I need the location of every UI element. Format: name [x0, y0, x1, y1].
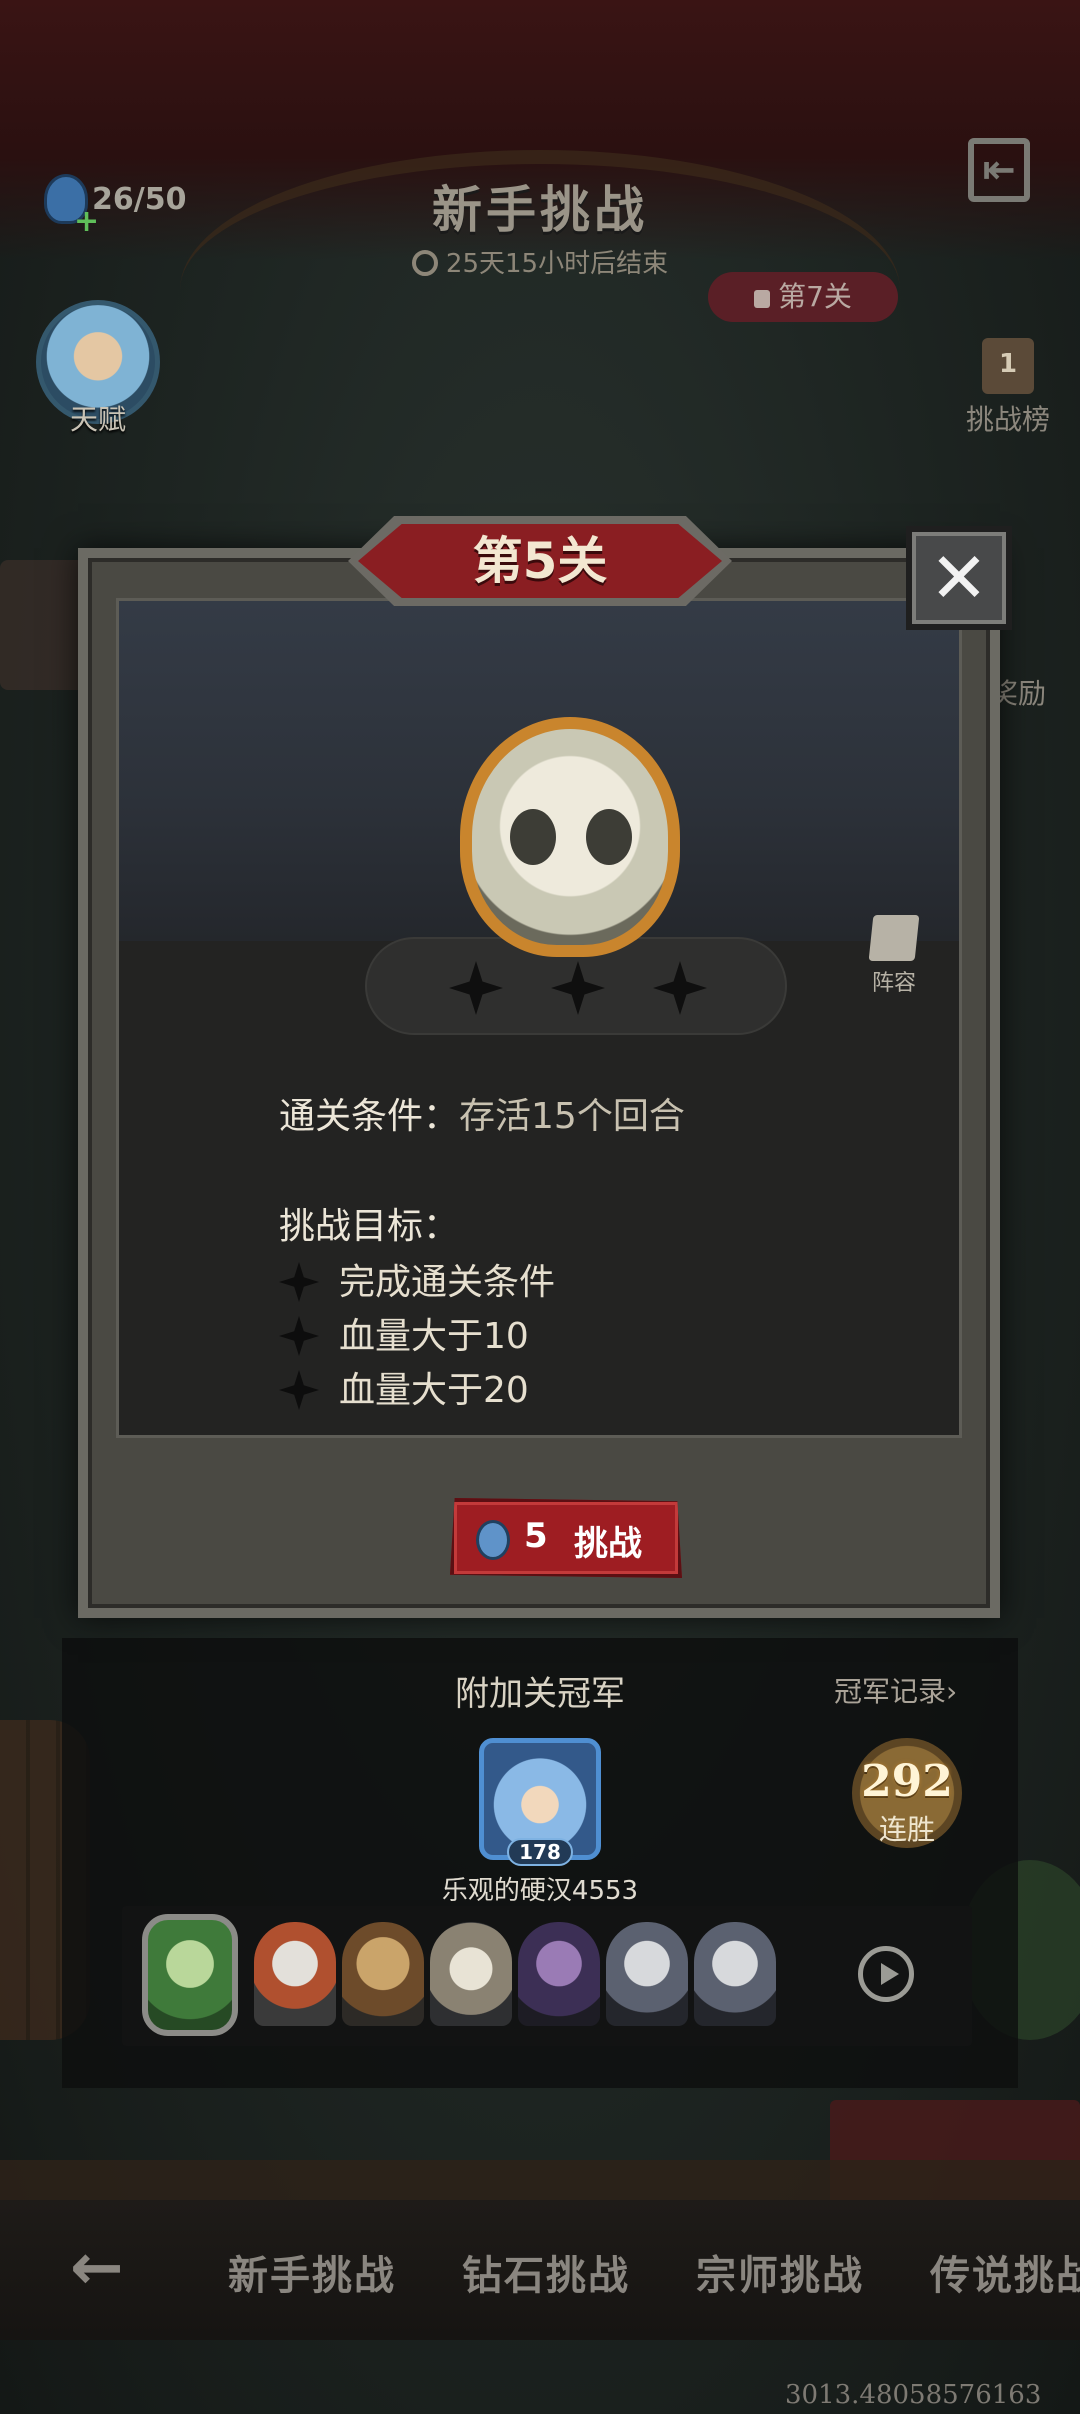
- boss-portrait: [460, 717, 680, 957]
- current-stage-text: 第7关: [778, 280, 852, 313]
- close-button[interactable]: ✕: [906, 526, 1012, 630]
- champion-name: 乐观的硬汉4553: [441, 1876, 639, 1906]
- goal-star-icon: [279, 1370, 319, 1410]
- team-unit[interactable]: [430, 1922, 512, 2026]
- goal-item: 血量大于10: [279, 1307, 529, 1359]
- lineup-button[interactable]: 阵容: [859, 915, 929, 997]
- clear-condition: 通关条件：存活15个回合: [279, 1087, 685, 1139]
- star-icon: [551, 961, 605, 1015]
- goal-text: 完成通关条件: [339, 1262, 556, 1303]
- team-unit[interactable]: [254, 1922, 336, 2026]
- current-stage-badge[interactable]: 第7关: [708, 272, 898, 322]
- team-unit-leader[interactable]: [142, 1914, 238, 2036]
- streak-value: 292: [861, 1756, 953, 1807]
- star-icon: [449, 961, 503, 1015]
- page: 新手挑战 25天15小时后结束 第7关 + 26/50 ⇤ 天赋 1 挑战榜 奖…: [0, 0, 1080, 2414]
- challenge-button[interactable]: 5 挑战: [450, 1498, 682, 1578]
- challenge-cost: 5: [524, 1516, 548, 1556]
- champion-panel: 附加关冠军 冠军记录› 178 乐观的硬汉4553 292 连胜: [62, 1638, 1018, 2088]
- goal-text: 血量大于20: [339, 1370, 529, 1411]
- clear-condition-label: 通关条件：: [279, 1096, 460, 1137]
- stage-dialog: 阵容 通关条件：存活15个回合 挑战目标： 完成通关条件 血量大于10 血量大于…: [78, 548, 1000, 1618]
- team-unit[interactable]: [606, 1922, 688, 2026]
- champion-record-link[interactable]: 冠军记录›: [834, 1670, 957, 1710]
- team-unit[interactable]: [694, 1922, 776, 2026]
- boss-eye: [586, 809, 632, 865]
- exit-icon[interactable]: ⇤: [968, 138, 1030, 202]
- talent-label: 天赋: [69, 403, 126, 436]
- lineup-label: 阵容: [871, 971, 916, 996]
- champion-team-row: [122, 1906, 972, 2046]
- event-timer: 25天15小时后结束: [0, 243, 1080, 280]
- lock-icon: [754, 290, 771, 308]
- close-icon: ✕: [929, 537, 989, 619]
- tab-master-challenge[interactable]: 宗师挑战: [696, 2243, 864, 2301]
- goal-star-icon: [279, 1316, 319, 1356]
- back-arrow-icon[interactable]: ←: [70, 2236, 136, 2300]
- talent-button[interactable]: 天赋: [36, 300, 160, 436]
- challenge-label: 挑战: [574, 1524, 642, 1564]
- champion-level: 178: [507, 1838, 573, 1866]
- leaderboard-icon: 1: [982, 338, 1034, 394]
- stage-title-banner: 第5关: [348, 516, 732, 606]
- clear-condition-value: 存活15个回合: [459, 1096, 685, 1137]
- goal-item: 血量大于20: [279, 1361, 529, 1413]
- book-decoration: [0, 560, 90, 690]
- leaderboard-label: 挑战榜: [965, 403, 1050, 436]
- star-icon: [653, 961, 707, 1015]
- leaderboard-button[interactable]: 1 挑战榜: [948, 338, 1068, 438]
- event-timer-text: 25天15小时后结束: [445, 249, 669, 279]
- tab-diamond-challenge[interactable]: 钻石挑战: [462, 2243, 630, 2301]
- lineup-book-icon: [868, 915, 920, 961]
- stamina-counter[interactable]: + 26/50: [30, 170, 200, 239]
- goals-title: 挑战目标：: [279, 1206, 460, 1247]
- tab-novice-challenge[interactable]: 新手挑战: [228, 2243, 396, 2301]
- dialog-content: 阵容 通关条件：存活15个回合 挑战目标： 完成通关条件 血量大于10 血量大于…: [116, 598, 962, 1438]
- replay-icon[interactable]: [858, 1946, 914, 2002]
- goal-item: 完成通关条件: [279, 1253, 555, 1305]
- stamina-value: 26/50: [92, 182, 187, 217]
- tab-legend-challenge[interactable]: 传说挑战: [930, 2243, 1080, 2301]
- streak-label: 连胜: [878, 1813, 935, 1846]
- clock-icon: [411, 250, 438, 276]
- team-unit[interactable]: [342, 1922, 424, 2026]
- potion-icon: [476, 1520, 510, 1560]
- goal-text: 血量大于10: [339, 1316, 529, 1357]
- debug-readout: 3013.48058576163: [785, 2380, 1042, 2410]
- goal-star-icon: [279, 1262, 319, 1302]
- stage-title: 第5关: [472, 532, 608, 590]
- team-unit[interactable]: [518, 1922, 600, 2026]
- boss-eye: [510, 809, 556, 865]
